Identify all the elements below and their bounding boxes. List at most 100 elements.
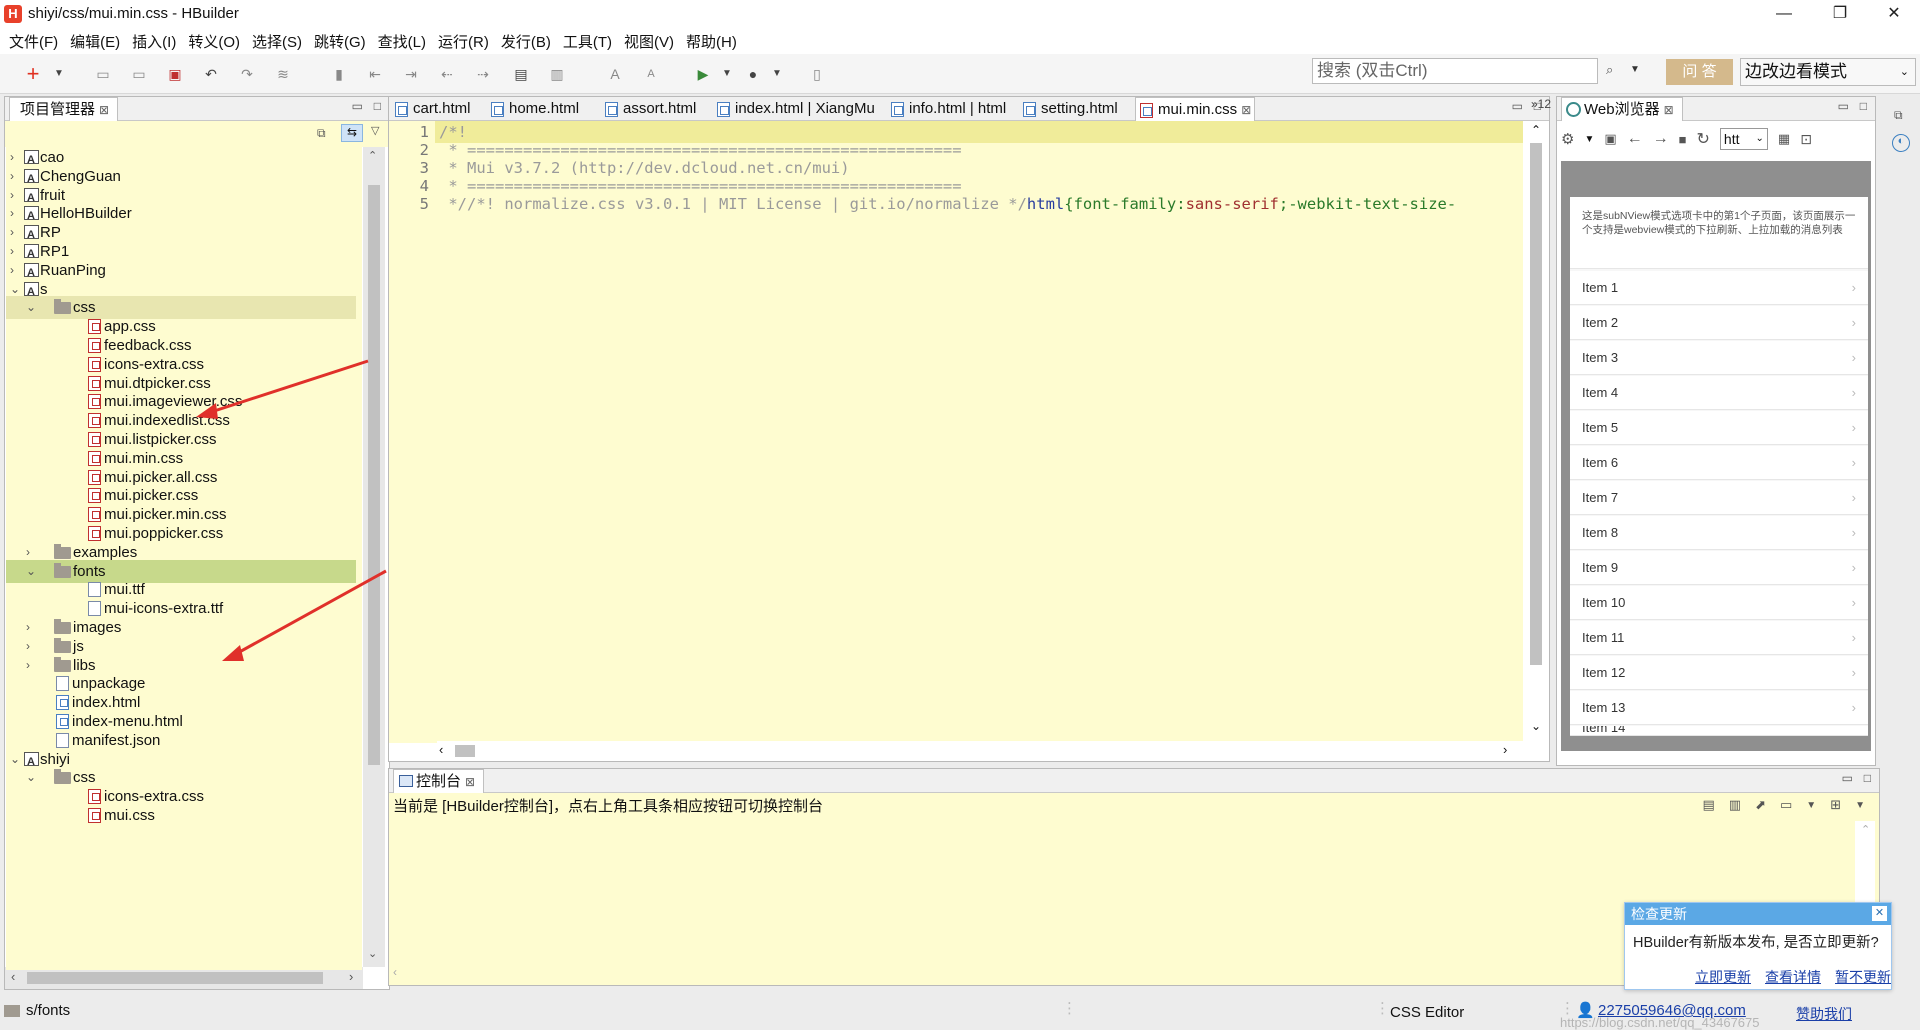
run-icon[interactable]: ▶ <box>692 63 714 85</box>
back-icon[interactable]: ⇠ <box>436 63 458 85</box>
bookmark-icon[interactable]: ▮ <box>328 63 350 85</box>
minimize-panel-icon[interactable]: ▭ <box>1512 99 1523 113</box>
menu-item[interactable]: 跳转(G) <box>314 31 366 52</box>
browser-preview-icon[interactable]: ▥ <box>546 63 568 85</box>
editor-vscrollbar[interactable]: ⌃ ⌄ <box>1523 121 1549 741</box>
search-icon[interactable]: ⌕ <box>1606 62 1613 78</box>
editor-vscroll-thumb[interactable] <box>1530 143 1542 665</box>
refresh-icon[interactable]: ↻ <box>1697 129 1710 149</box>
tab-web-browser[interactable]: Web浏览器 ⊠ <box>1561 97 1683 121</box>
list-item[interactable]: Item 13 › <box>1570 691 1868 725</box>
run-dropdown-icon[interactable]: ▼ <box>716 63 738 85</box>
view-menu-icon[interactable]: ▽ <box>371 124 379 137</box>
display-console-icon[interactable]: ▭ <box>1780 797 1792 813</box>
save-icon[interactable]: ▭ <box>92 63 114 85</box>
stop-icon[interactable]: ■ <box>1679 132 1687 147</box>
editor-tab[interactable]: cart.html <box>391 97 483 121</box>
sponsor-link[interactable]: 赞助我们 <box>1796 1004 1852 1024</box>
scroll-up-icon[interactable]: ⌃ <box>1531 123 1541 137</box>
pin-console-icon[interactable]: ⬈ <box>1755 797 1766 813</box>
menu-item[interactable]: 查找(L) <box>378 31 426 52</box>
scroll-up-icon[interactable]: ⌃ <box>1861 823 1870 836</box>
editor-hscrollbar[interactable]: ‹ › <box>437 741 1523 761</box>
scroll-lock-icon[interactable]: ▥ <box>1729 797 1741 813</box>
back-arrow-icon[interactable]: ← <box>1627 130 1643 148</box>
restore-icon[interactable]: ❐ <box>1812 0 1868 28</box>
qrcode-icon[interactable]: ▦ <box>1778 131 1790 147</box>
notification-action[interactable]: 立即更新 <box>1695 967 1751 987</box>
menu-item[interactable]: 视图(V) <box>624 31 674 52</box>
url-input[interactable]: htt ⌄ <box>1719 128 1768 150</box>
menu-item[interactable]: 发行(B) <box>501 31 551 52</box>
close-icon[interactable]: ⊠ <box>1241 103 1251 117</box>
close-file-icon[interactable]: ▣ <box>164 63 186 85</box>
open-dropdown-icon[interactable]: ▼ <box>1855 800 1865 811</box>
list-item[interactable]: Item 10 › <box>1570 586 1868 620</box>
menu-item[interactable]: 插入(I) <box>132 31 176 52</box>
settings-dropdown-icon[interactable]: ▼ <box>1584 134 1594 145</box>
code-area[interactable]: 1/*! 2 * ================================… <box>389 121 1523 743</box>
undo-icon[interactable]: ↶ <box>200 63 222 85</box>
scroll-left-icon[interactable]: ‹ <box>439 742 443 757</box>
notification-action[interactable]: 暂不更新 <box>1835 967 1891 987</box>
console-icon[interactable]: ▣ <box>1604 131 1616 147</box>
scroll-right-icon[interactable]: › <box>349 969 353 984</box>
mode-select[interactable]: 边改边看模式 ⌄ <box>1740 58 1916 86</box>
clear-console-icon[interactable]: ▤ <box>1702 797 1714 813</box>
editor-tab[interactable]: home.html <box>487 97 597 121</box>
new-icon[interactable]: + <box>22 63 44 85</box>
open-console-icon[interactable]: ⊞ <box>1830 797 1841 813</box>
list-item[interactable]: Item 9 › <box>1570 551 1868 585</box>
list-item[interactable]: Item 7 › <box>1570 481 1868 515</box>
close-icon[interactable]: ⊠ <box>99 103 109 117</box>
maximize-panel-icon[interactable]: □ <box>374 99 381 113</box>
close-icon[interactable]: ✕ <box>1872 906 1887 921</box>
debug-dropdown-icon[interactable]: ▼ <box>766 63 788 85</box>
minimize-panel-icon[interactable]: ▭ <box>1842 771 1853 785</box>
tab-project-manager[interactable]: 项目管理器 ⊠ <box>9 97 119 121</box>
new-dropdown-icon[interactable]: ▼ <box>48 63 70 85</box>
menu-item[interactable]: 工具(T) <box>563 31 612 52</box>
settings-gear-icon[interactable]: ⚙ <box>1561 130 1574 148</box>
menu-item[interactable]: 帮助(H) <box>686 31 737 52</box>
redo-icon[interactable]: ↷ <box>236 63 258 85</box>
editor-hscroll-thumb[interactable] <box>455 745 475 757</box>
maximize-panel-icon[interactable]: □ <box>1860 99 1867 113</box>
list-item[interactable]: Item 1 › <box>1570 271 1868 305</box>
scroll-left-icon[interactable]: ‹ <box>11 969 15 984</box>
editor-tab[interactable]: setting.html <box>1019 97 1131 121</box>
scroll-right-icon[interactable]: › <box>1503 742 1507 757</box>
close-icon[interactable]: ⊠ <box>465 775 475 789</box>
tree-hscrollbar[interactable]: ‹ › <box>5 967 363 989</box>
menu-item[interactable]: 转义(O) <box>188 31 240 52</box>
tree-hscroll-thumb[interactable] <box>27 972 323 984</box>
list-item[interactable]: Item 14 <box>1570 726 1868 736</box>
deploy-icon[interactable]: ▯ <box>806 63 828 85</box>
forward-arrow-icon[interactable]: → <box>1653 130 1669 148</box>
minimize-icon[interactable]: — <box>1756 0 1812 28</box>
list-item[interactable]: Item 4 › <box>1570 376 1868 410</box>
minimize-panel-icon[interactable]: ▭ <box>1838 99 1849 113</box>
scroll-down-icon[interactable]: ⌄ <box>368 947 377 960</box>
forward-icon[interactable]: ⇢ <box>472 63 494 85</box>
menu-item[interactable]: 编辑(E) <box>70 31 120 52</box>
ask-button[interactable]: 问 答 <box>1666 59 1733 85</box>
list-item[interactable]: Item 2 › <box>1570 306 1868 340</box>
tab-console[interactable]: 控制台 ⊠ <box>393 769 485 793</box>
display-dropdown-icon[interactable]: ▼ <box>1806 800 1816 811</box>
preview-icon[interactable]: ▤ <box>510 63 532 85</box>
font-larger-icon[interactable]: A <box>604 63 626 85</box>
list-item[interactable]: Item 8 › <box>1570 516 1868 550</box>
prev-edit-icon[interactable]: ⇤ <box>364 63 386 85</box>
link-editor-icon[interactable]: ⇆ <box>341 124 363 142</box>
editor-tab[interactable]: index.html | XiangMu <box>713 97 883 121</box>
maximize-panel-icon[interactable]: □ <box>1864 771 1871 785</box>
format-icon[interactable]: ≋ <box>272 63 294 85</box>
notification-action[interactable]: 查看详情 <box>1765 967 1821 987</box>
list-item[interactable]: Item 12 › <box>1570 656 1868 690</box>
scroll-down-icon[interactable]: ⌄ <box>1531 719 1541 733</box>
close-icon[interactable]: ⊠ <box>1664 103 1674 117</box>
list-item[interactable]: Item 6 › <box>1570 446 1868 480</box>
browser-view-icon[interactable]: ◐ <box>1892 134 1910 152</box>
list-item[interactable]: Item 5 › <box>1570 411 1868 445</box>
